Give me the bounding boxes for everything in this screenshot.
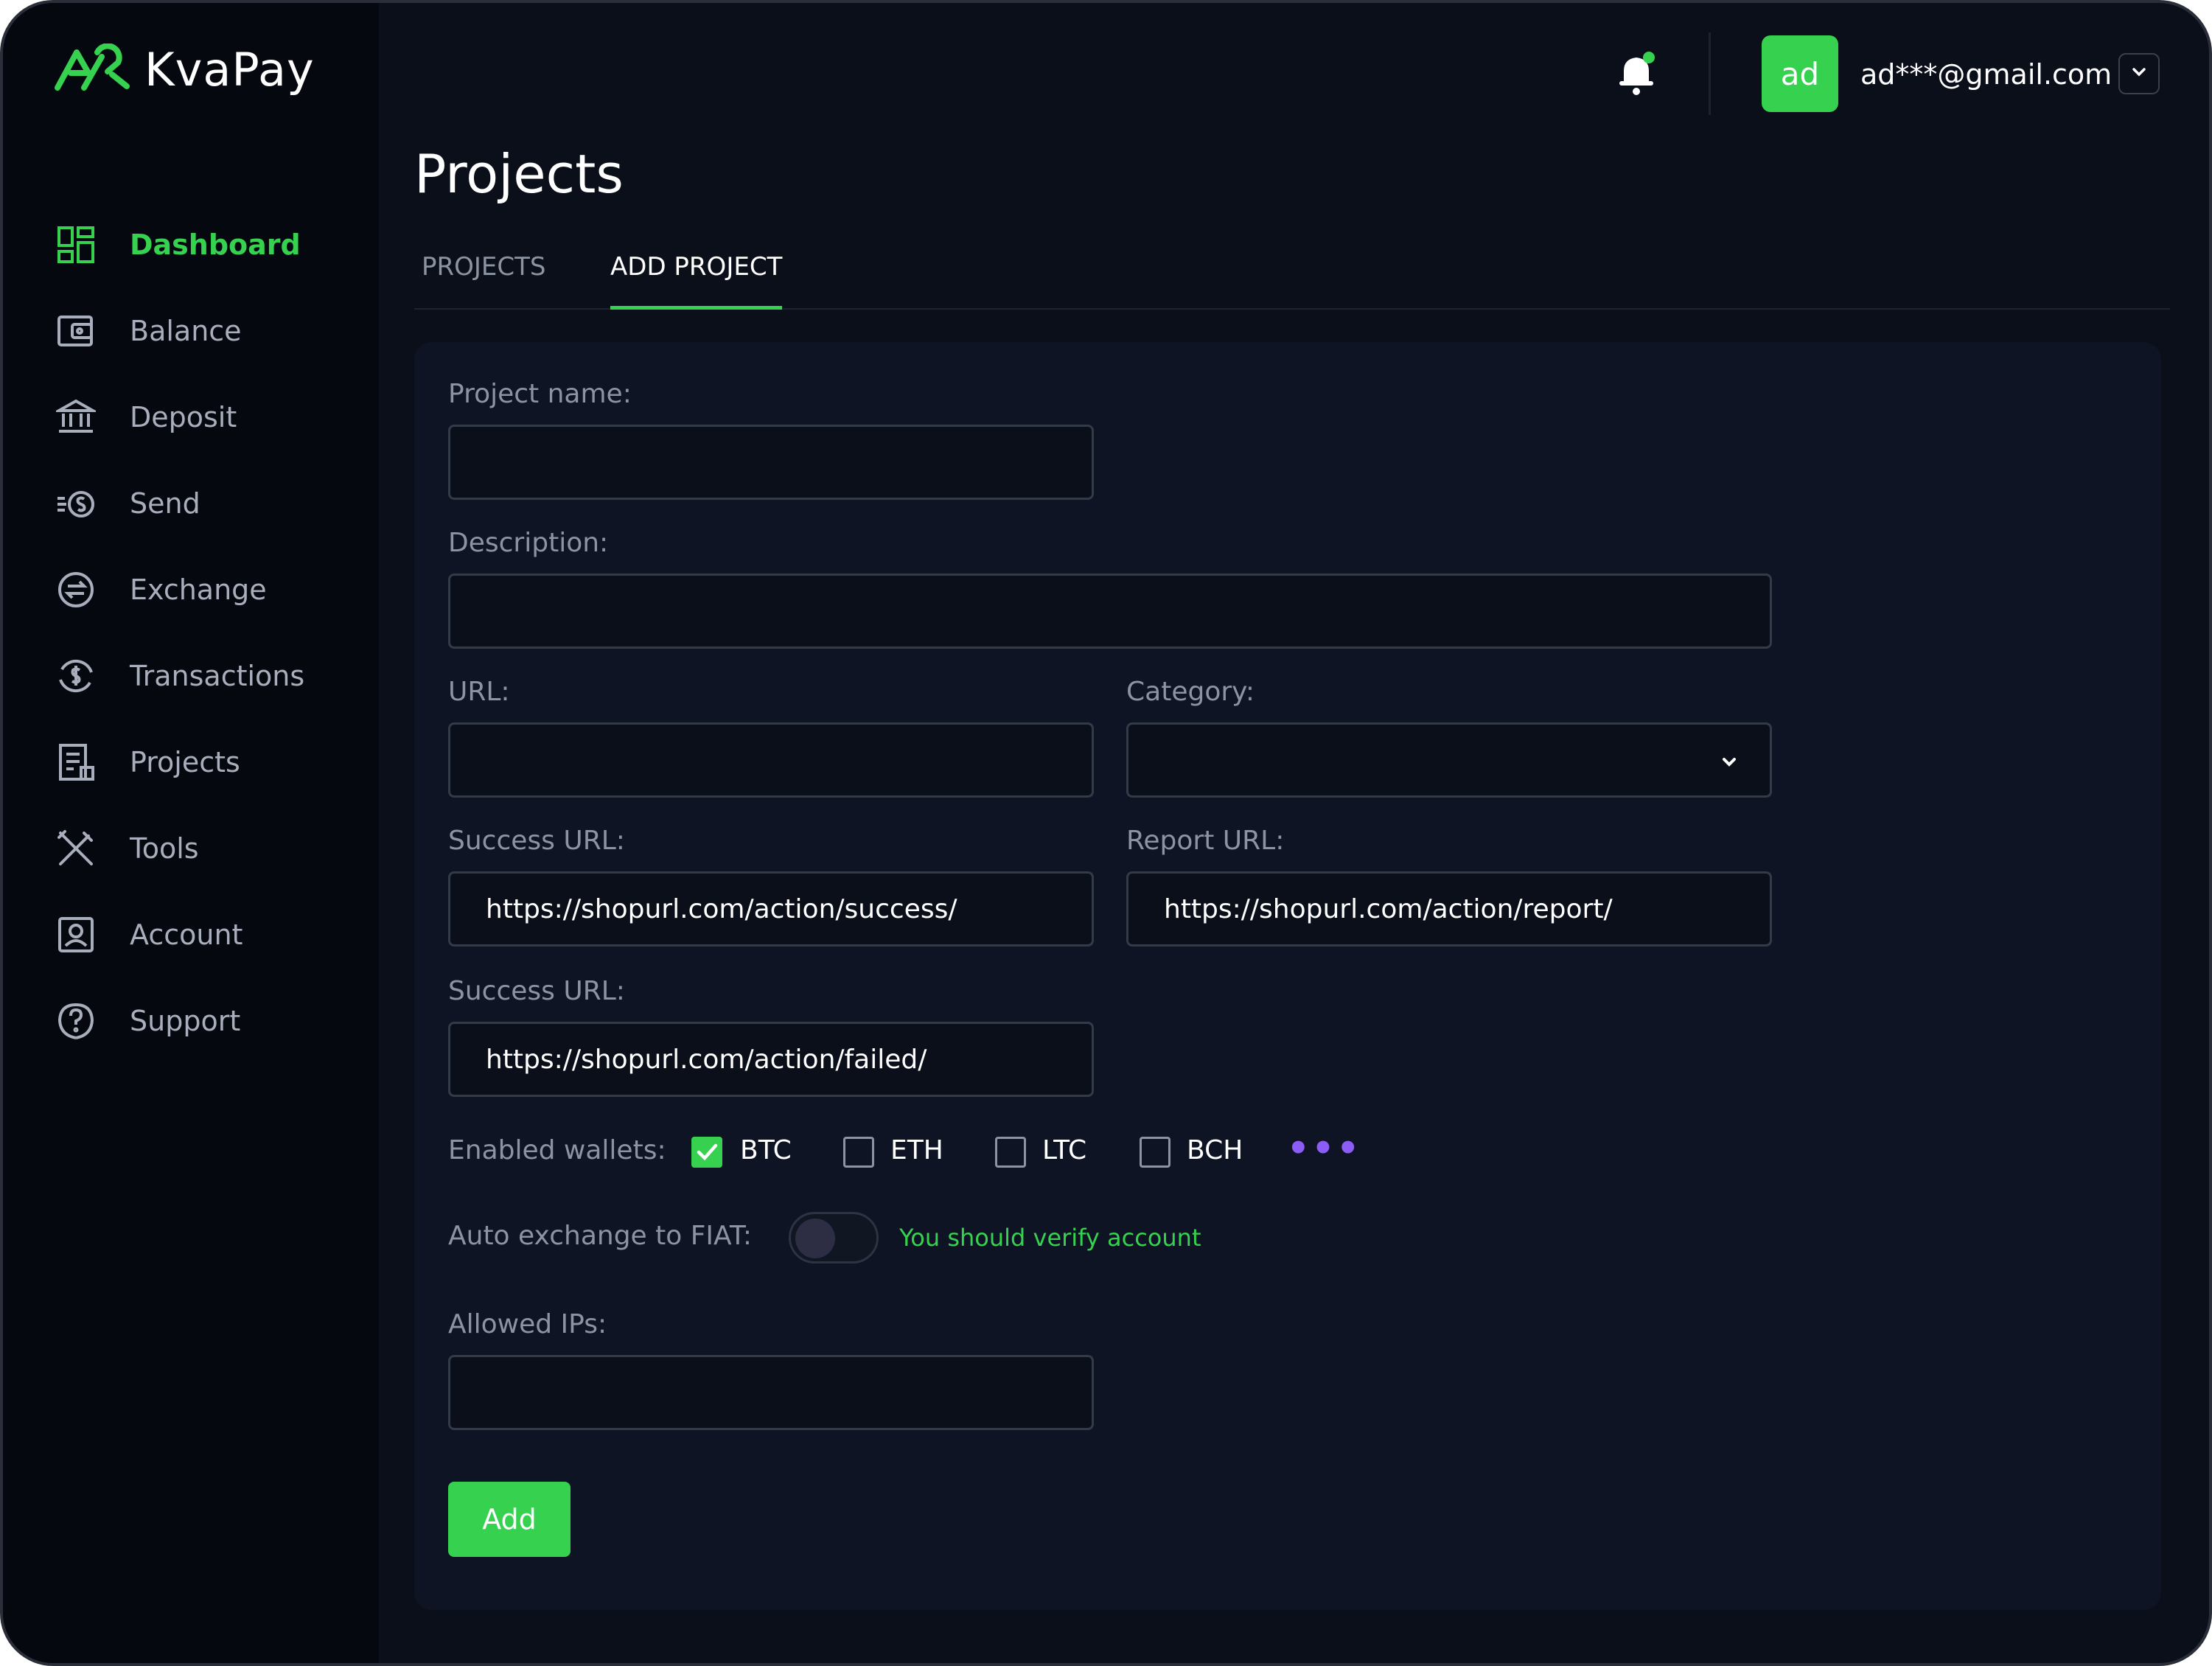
sidebar-item-label: Transactions	[130, 660, 305, 692]
sidebar-item-account[interactable]: Account	[56, 911, 243, 958]
failed-url-input[interactable]	[448, 1022, 1094, 1097]
description-input[interactable]	[448, 574, 1772, 649]
tab-add-project[interactable]: ADD PROJECT	[610, 252, 783, 310]
tools-icon	[56, 829, 96, 868]
toggle-knob	[795, 1219, 835, 1258]
report-url-label: Report URL:	[1126, 826, 1285, 856]
chevron-down-icon	[1718, 750, 1740, 772]
transactions-icon	[56, 656, 96, 696]
auto-exchange-label: Auto exchange to FIAT:	[448, 1221, 753, 1251]
sidebar-item-support[interactable]: Support	[56, 997, 240, 1045]
sidebar-item-exchange[interactable]: Exchange	[56, 566, 267, 613]
logo-text: KvaPay	[144, 42, 315, 97]
bch-checkbox[interactable]	[1140, 1137, 1170, 1168]
sidebar-item-label: Support	[130, 1005, 241, 1037]
ltc-label[interactable]: LTC	[1042, 1135, 1086, 1165]
eth-checkbox[interactable]	[843, 1137, 874, 1168]
url-input[interactable]	[448, 722, 1094, 798]
allowed-ips-input[interactable]	[448, 1355, 1094, 1430]
page-title: Projects	[414, 143, 624, 205]
projects-icon	[56, 742, 96, 782]
url-label: URL:	[448, 677, 510, 707]
exchange-icon	[56, 570, 96, 610]
project-name-label: Project name:	[448, 379, 632, 409]
sidebar-item-label: Balance	[130, 315, 242, 347]
sidebar-item-label: Dashboard	[130, 229, 301, 261]
auto-exchange-toggle[interactable]	[789, 1212, 879, 1264]
sidebar-item-tools[interactable]: Tools	[56, 825, 199, 872]
sidebar-item-label: Tools	[130, 832, 199, 865]
tab-bar: PROJECTS ADD PROJECT	[414, 246, 2170, 310]
dashboard-icon	[56, 225, 96, 265]
success-url-label: Success URL:	[448, 826, 625, 856]
checkmark-icon	[694, 1143, 720, 1168]
notification-bell-icon[interactable]	[1612, 49, 1661, 97]
logo[interactable]: KvaPay	[55, 40, 315, 99]
sidebar-item-label: Deposit	[130, 401, 237, 433]
sidebar-item-dashboard[interactable]: Dashboard	[56, 221, 301, 268]
ltc-checkbox[interactable]	[995, 1137, 1026, 1168]
sidebar-item-label: Account	[130, 919, 243, 951]
description-label: Description:	[448, 528, 609, 558]
enabled-wallets-label: Enabled wallets:	[448, 1135, 666, 1165]
category-label: Category:	[1126, 677, 1255, 707]
wallet-icon	[56, 311, 96, 351]
more-wallets-button[interactable]: •••	[1287, 1128, 1361, 1169]
kvapay-logo-icon	[55, 43, 131, 95]
header-divider	[1709, 32, 1711, 115]
account-icon	[56, 915, 96, 955]
btc-label[interactable]: BTC	[740, 1135, 792, 1165]
sidebar-item-projects[interactable]: Projects	[56, 739, 240, 786]
success-url-input[interactable]	[448, 871, 1094, 947]
verify-account-message: You should verify account	[899, 1224, 1201, 1252]
report-url-input[interactable]	[1126, 871, 1772, 947]
sidebar-item-balance[interactable]: Balance	[56, 307, 242, 355]
chevron-down-icon	[2130, 63, 2148, 84]
add-project-form: Project name: Description: URL: Category…	[414, 342, 2161, 1610]
sidebar: KvaPay Dashboard Balance Deposit Send Ex…	[3, 3, 379, 1663]
sidebar-item-label: Projects	[130, 746, 240, 778]
bch-label[interactable]: BCH	[1187, 1135, 1243, 1165]
eth-label[interactable]: ETH	[890, 1135, 943, 1165]
sidebar-item-transactions[interactable]: Transactions	[56, 652, 304, 700]
bank-icon	[53, 397, 99, 437]
support-icon	[56, 1001, 96, 1041]
btc-checkbox[interactable]	[691, 1137, 722, 1168]
sidebar-item-send[interactable]: Send	[56, 480, 200, 527]
user-menu-button[interactable]	[2118, 53, 2160, 94]
add-button[interactable]: Add	[448, 1482, 571, 1557]
allowed-ips-label: Allowed IPs:	[448, 1309, 607, 1339]
avatar[interactable]: ad	[1762, 35, 1838, 112]
project-name-input[interactable]	[448, 425, 1094, 500]
app-window: KvaPay Dashboard Balance Deposit Send Ex…	[0, 0, 2212, 1666]
sidebar-item-label: Send	[130, 487, 200, 520]
tab-projects[interactable]: PROJECTS	[422, 252, 546, 310]
sidebar-item-label: Exchange	[130, 574, 267, 606]
failed-url-label: Success URL:	[448, 976, 625, 1006]
user-email[interactable]: ad***@gmail.com	[1860, 55, 2112, 94]
category-select[interactable]	[1126, 722, 1772, 798]
send-money-icon	[56, 484, 96, 523]
sidebar-item-deposit[interactable]: Deposit	[53, 394, 237, 441]
